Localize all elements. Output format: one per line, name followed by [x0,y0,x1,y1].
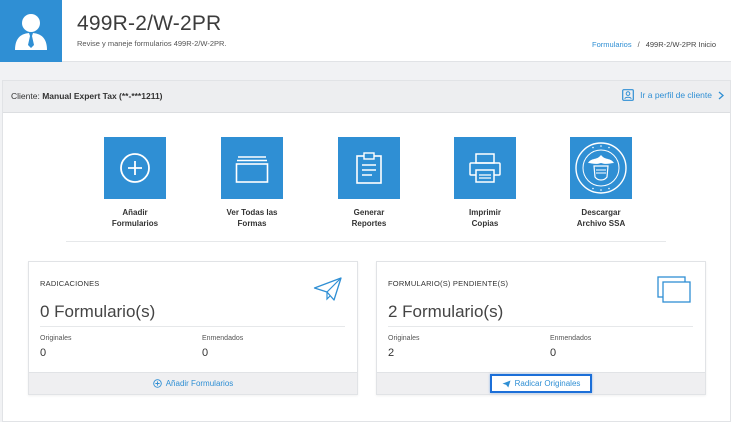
folder-icon [235,156,269,183]
pending-amended-label: Enmendados [550,335,592,342]
breadcrumb: Formularios / 499R-2/W-2PR Inicio [592,40,716,49]
client-info: Cliente: Manual Expert Tax (**-***1211) [11,91,163,101]
filings-count: 0 Formulario(s) [40,302,156,321]
file-originals-label: Radicar Originales [514,379,581,388]
pending-card-icon-wrap [657,276,691,309]
user-tie-icon [15,14,47,50]
breadcrumb-separator: / [637,40,640,49]
client-profile-link[interactable]: Ir a perfil de cliente [622,89,724,101]
pending-card-title: FORMULARIO(S) PENDIENTE(S) [388,279,509,288]
filings-card-footer: Añadir Formularios [29,372,357,394]
add-forms-label-line1: Añadir [122,208,148,217]
profile-link-label: Ir a perfil de cliente [640,90,712,100]
main-panel: Cliente: Manual Expert Tax (**-***1211) … [2,80,731,422]
download-ssa-label-line1: Descargar [581,208,621,217]
add-forms-tile[interactable] [104,137,166,199]
file-originals-button[interactable]: Radicar Originales [489,374,593,393]
page-subtitle: Revise y maneje formularios 499R-2/W-2PR… [77,39,227,48]
view-all-forms-label: Ver Todas las Formas [212,207,292,229]
section-divider [66,241,666,242]
pending-card-separator [388,326,693,327]
view-all-forms-tile[interactable] [221,137,283,199]
add-forms-label: Añadir Formularios [95,207,175,229]
pending-amended-value: 0 [550,347,557,359]
download-ssa-label: Descargar Archivo SSA [561,207,641,229]
filings-amended-label: Enmendados [202,335,244,342]
download-ssa-action[interactable]: Descargar Archivo SSA [561,137,641,229]
avatar [0,0,62,62]
filings-card-title: RADICACIONES [40,279,100,288]
add-forms-footer-label: Añadir Formularios [165,379,234,388]
pending-originals-value: 2 [388,347,395,359]
client-label: Cliente: [11,91,40,101]
generate-reports-label-line1: Generar [353,208,385,217]
pending-forms-card: FORMULARIO(S) PENDIENTE(S) 2 Formulario(… [376,261,706,395]
filings-originals-label: Originales [40,335,72,342]
client-name: Manual Expert Tax (**-***1211) [42,91,163,101]
filings-card-separator [40,326,345,327]
generate-reports-tile[interactable] [338,137,400,199]
paper-plane-small-icon [502,380,511,387]
print-copies-label: Imprimir Copias [445,207,525,229]
chevron-right-icon [718,91,724,99]
print-copies-action[interactable]: Imprimir Copias [445,137,525,229]
view-all-forms-action[interactable]: Ver Todas las Formas [212,137,292,229]
filings-card-icon-wrap [313,276,343,307]
view-all-forms-label-line2: Formas [237,219,267,228]
page-title: 499R-2/W-2PR [77,12,222,35]
download-ssa-label-line2: Archivo SSA [576,219,626,228]
breadcrumb-forms-link[interactable]: Formularios [592,40,632,49]
filings-card: RADICACIONES 0 Formulario(s) Originales … [28,261,358,395]
profile-card-icon [622,89,635,101]
generate-reports-label-line2: Reportes [351,219,387,228]
pending-count: 2 Formulario(s) [388,302,504,321]
filings-originals-value: 0 [40,347,47,359]
generate-reports-label: Generar Reportes [329,207,409,229]
stacked-windows-icon [657,276,691,303]
add-forms-footer-link[interactable]: Añadir Formularios [152,379,234,388]
plus-circle-small-icon [152,379,162,388]
view-all-forms-label-line1: Ver Todas las [226,208,278,217]
filings-amended-value: 0 [202,347,209,359]
download-ssa-tile[interactable] [570,137,632,199]
print-copies-label-line1: Imprimir [468,208,501,217]
generate-reports-action[interactable]: Generar Reportes [329,137,409,229]
ssa-seal-icon [575,142,627,194]
plus-circle-icon [120,153,150,183]
breadcrumb-current: 499R-2/W-2PR Inicio [645,40,716,49]
paper-plane-icon [313,277,342,301]
print-copies-tile[interactable] [454,137,516,199]
client-bar: Cliente: Manual Expert Tax (**-***1211) … [3,81,730,113]
add-forms-label-line2: Formularios [111,219,159,228]
clipboard-icon [356,152,382,184]
print-copies-label-line2: Copias [471,219,499,228]
add-forms-action[interactable]: Añadir Formularios [95,137,175,229]
page-header: 499R-2/W-2PR Revise y maneje formularios… [0,0,731,62]
pending-card-footer: Radicar Originales [377,372,705,394]
printer-icon [469,153,501,183]
pending-originals-label: Originales [388,335,420,342]
